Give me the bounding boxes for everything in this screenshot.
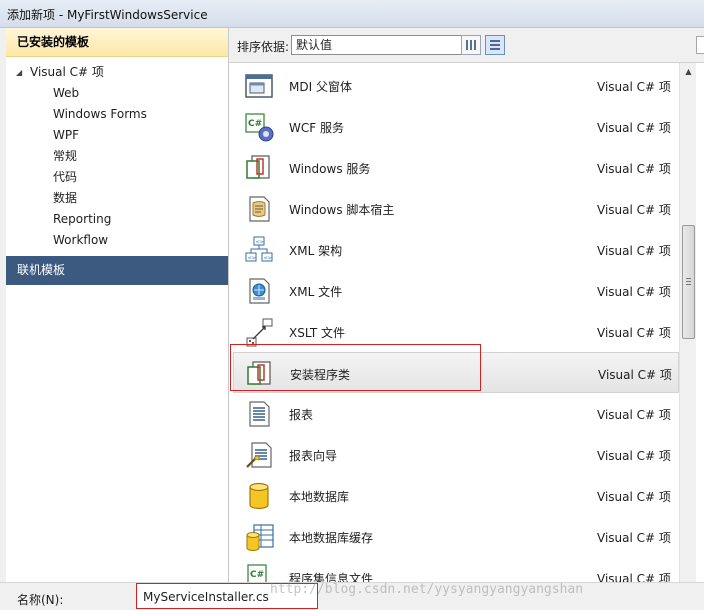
- installed-templates-header[interactable]: 已安装的模板: [6, 28, 228, 57]
- vertical-scrollbar[interactable]: ▲: [679, 63, 696, 582]
- svg-text:<>: <>: [264, 256, 272, 262]
- list-toolbar: 排序依据: 默认值 ▼: [229, 28, 704, 62]
- tree-item-windows-forms[interactable]: Windows Forms: [6, 104, 228, 125]
- selection-highlight-outline: [230, 344, 481, 391]
- item-type: Visual C# 项: [597, 285, 671, 299]
- item-name: XSLT 文件: [289, 326, 346, 340]
- item-name: 程序集信息文件: [289, 572, 374, 582]
- item-type: Visual C# 项: [597, 203, 671, 217]
- medium-icons-view-button[interactable]: [461, 35, 481, 55]
- details-view-button[interactable]: [485, 35, 505, 55]
- scroll-up-arrow-icon[interactable]: ▲: [682, 65, 695, 78]
- title-bar: 添加新项 - MyFirstWindowsService: [0, 0, 704, 28]
- item-name: MDI 父窗体: [289, 80, 352, 94]
- xml-file-icon: [245, 277, 273, 305]
- windows-service-icon: [245, 154, 273, 182]
- sort-by-value: 默认值: [296, 38, 333, 52]
- local-database-icon: [245, 482, 273, 510]
- list-item[interactable]: Windows 服务 Visual C# 项: [229, 147, 679, 188]
- item-type: Visual C# 项: [597, 244, 671, 258]
- item-name: 报表向导: [289, 449, 338, 463]
- script-host-icon: [245, 195, 273, 223]
- item-name: WCF 服务: [289, 121, 344, 135]
- tree-item-data[interactable]: 数据: [6, 188, 228, 209]
- wcf-service-icon: C#: [245, 113, 274, 142]
- watermark: http://blog.csdn.net/yysyangyangyangshan: [270, 582, 584, 597]
- tree-item-wpf[interactable]: WPF: [6, 125, 228, 146]
- item-type: Visual C# 项: [597, 490, 671, 504]
- tree-item-web[interactable]: Web: [6, 83, 228, 104]
- item-type: Visual C# 项: [597, 326, 671, 340]
- list-item[interactable]: 报表向导 Visual C# 项: [229, 434, 679, 475]
- tree-item-label: Visual C# 项: [30, 65, 104, 79]
- online-templates-header[interactable]: 联机模板: [6, 256, 228, 285]
- list-view-icon: [490, 40, 500, 50]
- svg-text:<>: <>: [248, 256, 256, 262]
- list-item[interactable]: <> <> <> XML 架构 Visual C# 项: [229, 229, 679, 270]
- template-list: MDI 父窗体 Visual C# 项 C# WCF 服务 Visual C# …: [229, 65, 679, 582]
- item-name: XML 架构: [289, 244, 343, 258]
- template-list-pane: MDI 父窗体 Visual C# 项 C# WCF 服务 Visual C# …: [229, 62, 704, 582]
- assembly-info-icon: C#: [245, 564, 273, 582]
- tree-item-workflow[interactable]: Workflow: [6, 230, 228, 251]
- item-type: Visual C# 项: [597, 80, 671, 94]
- item-name: XML 文件: [289, 285, 343, 299]
- item-type: Visual C# 项: [597, 572, 671, 582]
- template-tree: ◢ Visual C# 项 Web Windows Forms WPF 常规 代码…: [6, 57, 228, 251]
- grip-icon: [686, 278, 691, 285]
- list-item[interactable]: 报表 Visual C# 项: [229, 393, 679, 434]
- search-box-edge[interactable]: [696, 36, 704, 54]
- mdi-form-icon: [245, 72, 273, 100]
- item-name: 本地数据库: [289, 490, 350, 504]
- list-item[interactable]: 本地数据库 Visual C# 项: [229, 475, 679, 516]
- item-name: 本地数据库缓存: [289, 531, 374, 545]
- tree-item-general[interactable]: 常规: [6, 146, 228, 167]
- report-icon: [245, 400, 273, 428]
- report-wizard-icon: [245, 441, 273, 469]
- svg-text:<>: <>: [256, 240, 264, 246]
- item-type: Visual C# 项: [597, 531, 671, 545]
- expand-triangle-icon[interactable]: ◢: [16, 62, 30, 83]
- list-item[interactable]: XML 文件 Visual C# 项: [229, 270, 679, 311]
- name-label: 名称(N):: [17, 593, 64, 607]
- template-tree-pane: 已安装的模板 ◢ Visual C# 项 Web Windows Forms WP…: [6, 28, 229, 582]
- tree-item-code[interactable]: 代码: [6, 167, 228, 188]
- item-name: Windows 服务: [289, 162, 371, 176]
- item-name: 报表: [289, 408, 314, 422]
- item-type: Visual C# 项: [597, 162, 671, 176]
- columns-view-icon: [466, 40, 476, 50]
- xml-schema-icon: <> <> <>: [245, 236, 273, 264]
- tree-item-reporting[interactable]: Reporting: [6, 209, 228, 230]
- tree-item-visual-csharp[interactable]: ◢ Visual C# 项: [6, 62, 228, 83]
- svg-text:C#: C#: [248, 119, 262, 129]
- svg-text:C#: C#: [250, 570, 264, 580]
- list-item[interactable]: C# WCF 服务 Visual C# 项: [229, 106, 679, 147]
- list-item[interactable]: Windows 脚本宿主 Visual C# 项: [229, 188, 679, 229]
- item-type: Visual C# 项: [597, 449, 671, 463]
- list-item[interactable]: 本地数据库缓存 Visual C# 项: [229, 516, 679, 557]
- item-type: Visual C# 项: [598, 368, 672, 382]
- sort-by-label: 排序依据:: [237, 40, 290, 54]
- item-type: Visual C# 项: [597, 121, 671, 135]
- sort-by-dropdown[interactable]: 默认值 ▼: [291, 35, 481, 55]
- item-type: Visual C# 项: [597, 408, 671, 422]
- list-item[interactable]: MDI 父窗体 Visual C# 项: [229, 65, 679, 106]
- xslt-file-icon: [245, 318, 273, 347]
- window-title: 添加新项 - MyFirstWindowsService: [7, 8, 208, 22]
- local-database-cache-icon: [245, 523, 274, 551]
- scrollbar-thumb[interactable]: [682, 225, 695, 339]
- list-item[interactable]: C# 程序集信息文件 Visual C# 项: [229, 557, 679, 582]
- item-name: Windows 脚本宿主: [289, 203, 395, 217]
